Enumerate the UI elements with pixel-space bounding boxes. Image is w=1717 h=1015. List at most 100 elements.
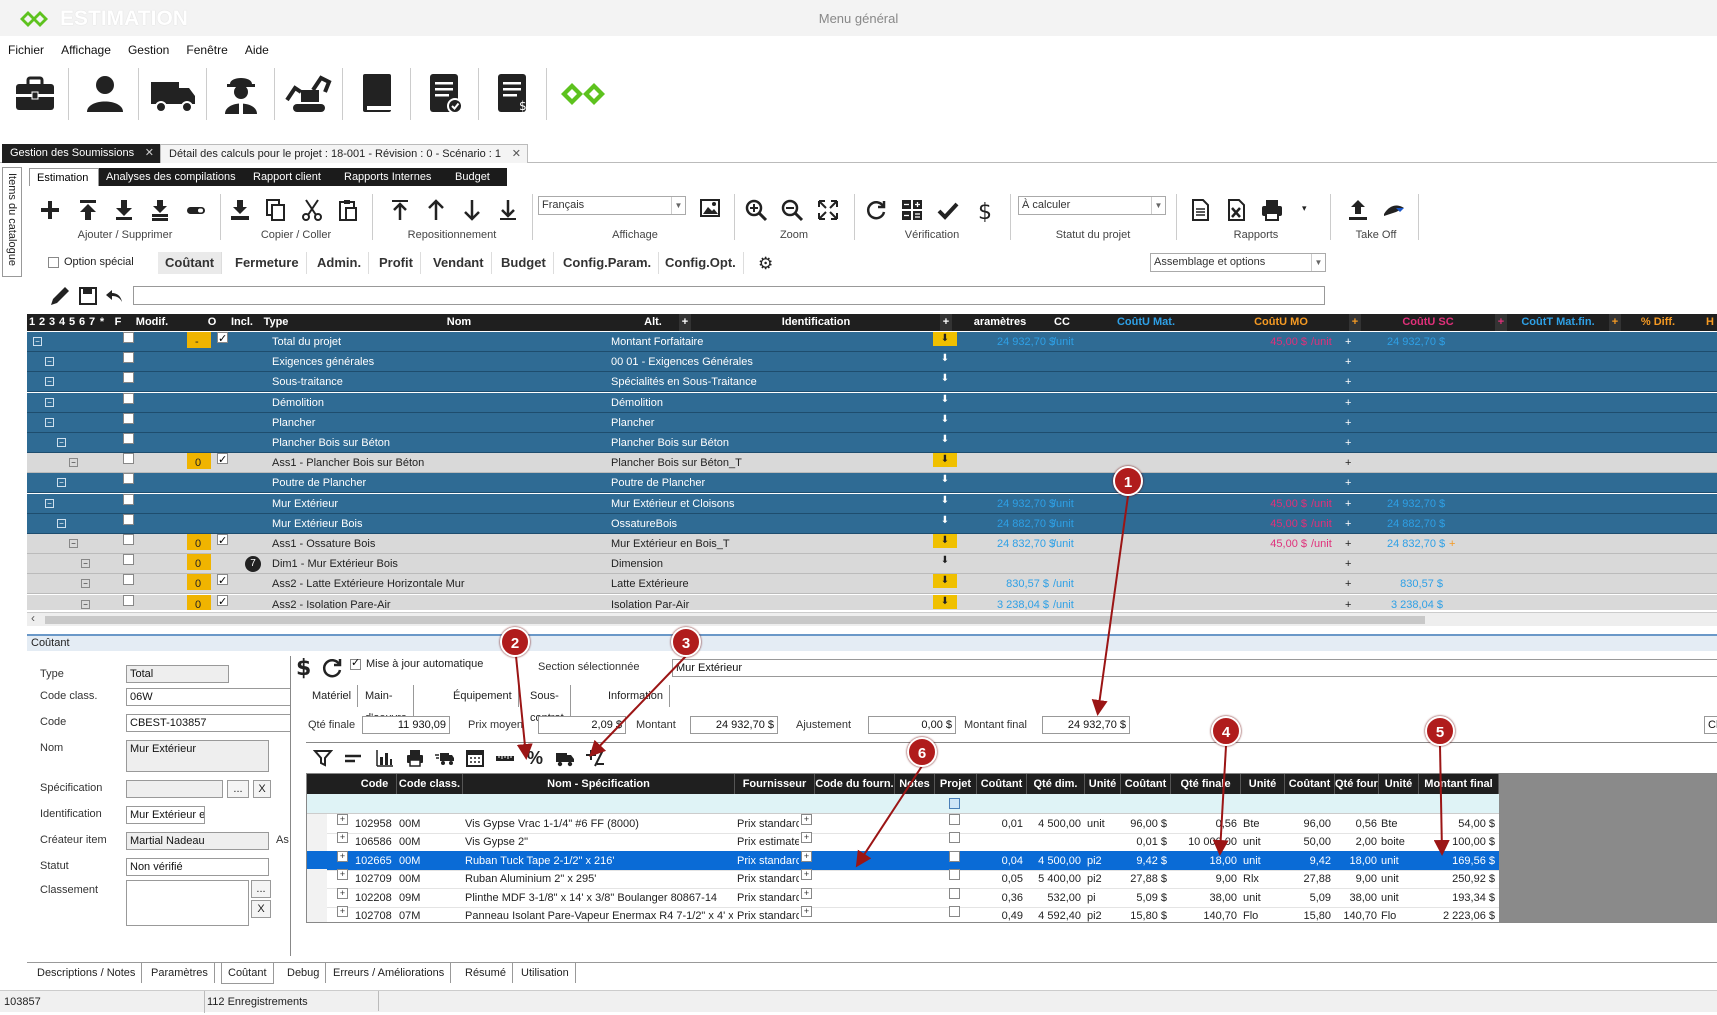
- tree-expander[interactable]: −: [45, 397, 54, 407]
- tab-coutant[interactable]: Coûtant: [158, 252, 223, 274]
- level-6-header[interactable]: 6: [77, 314, 87, 331]
- f-checkbox[interactable]: [123, 473, 134, 485]
- tab-information[interactable]: Information: [602, 685, 671, 707]
- tab-detail-calculs[interactable]: Détail des calculs pour le projet : 18-0…: [160, 144, 528, 163]
- material-row[interactable]: +102709 00M Ruban Aluminium 2" x 295' Prix …: [307, 869, 1499, 890]
- tree-row[interactable]: − Exigences générales 00 01 - Exigences Gé…: [27, 352, 1717, 373]
- chevron-down-icon[interactable]: ▾: [1302, 203, 1307, 214]
- tree-row[interactable]: − 0 Ass1 - Ossature Bois Mur Extérieur en B…: [27, 531, 1717, 554]
- catalog-side-tab[interactable]: Items du catalogue: [2, 167, 22, 277]
- col-notes-header[interactable]: Notes: [895, 774, 935, 794]
- f-checkbox[interactable]: [123, 574, 134, 586]
- row-indicator[interactable]: [307, 887, 327, 908]
- row-indicator[interactable]: [307, 832, 327, 853]
- insert-top-button[interactable]: [74, 196, 102, 224]
- col-nom-spec-header[interactable]: Nom - Spécification: [463, 774, 735, 794]
- col-fournisseur-header[interactable]: Fournisseur: [735, 774, 815, 794]
- takeoff-plane-button[interactable]: [1380, 196, 1408, 224]
- excel-export-button[interactable]: [1222, 196, 1250, 224]
- col-qte-finale-header[interactable]: Qté finale: [1171, 774, 1241, 794]
- cc-arrow-icon[interactable]: ⬇: [933, 453, 957, 468]
- tree-row[interactable]: − Démolition Démolition ⬇ +: [27, 392, 1717, 413]
- briefcase-button[interactable]: [6, 66, 64, 122]
- tree-expander[interactable]: −: [81, 579, 90, 589]
- tree-expander[interactable]: −: [81, 559, 90, 569]
- tab-rapports-internes[interactable]: Rapports Internes: [337, 168, 448, 186]
- expand-row-icon[interactable]: +: [337, 814, 348, 825]
- report-button[interactable]: [1186, 196, 1214, 224]
- tab-config-opt[interactable]: Config.Opt.: [658, 252, 744, 274]
- collapse-button[interactable]: [340, 745, 366, 771]
- plus-cell[interactable]: +: [1345, 372, 1351, 392]
- col-montant-final-header[interactable]: Montant final: [1419, 774, 1499, 794]
- refresh-button[interactable]: [862, 196, 890, 224]
- tree-row[interactable]: − 0 Ass2 - Latte Extérieure Horizontale Mu…: [27, 571, 1717, 595]
- statut-field[interactable]: Non vérifié: [126, 858, 269, 876]
- col-plus-header[interactable]: +: [679, 314, 691, 331]
- expand-row-icon[interactable]: +: [337, 869, 348, 881]
- material-row[interactable]: +106586 00M Vis Gypse 2" Prix estimate 0,01 …: [307, 832, 1499, 853]
- tree-row[interactable]: − 0 Ass2 - Isolation Pare-Air Isolation Par…: [27, 592, 1717, 610]
- plus-cell[interactable]: +: [1345, 332, 1351, 352]
- checklist-button[interactable]: [416, 66, 474, 122]
- delivery-button[interactable]: [432, 745, 458, 771]
- col-plus-header[interactable]: +: [1349, 314, 1361, 331]
- tab-parametres[interactable]: Paramètres: [145, 963, 215, 983]
- tab-debug[interactable]: Debug: [281, 963, 327, 983]
- plus-cell[interactable]: +: [1345, 352, 1351, 372]
- material-row[interactable]: +102958 00M Vis Gypse Vrac 1-1/4" #6 FF (8…: [307, 814, 1499, 834]
- assembly-options-select[interactable]: Assemblage et options ▼: [1150, 253, 1326, 272]
- col-plus-header[interactable]: +: [1609, 314, 1621, 331]
- supplier-picker-icon[interactable]: +: [801, 850, 812, 862]
- incl-checkbox[interactable]: [217, 571, 228, 591]
- level-7-header[interactable]: 7: [87, 314, 97, 331]
- code-field[interactable]: CBEST-103857: [126, 714, 291, 732]
- tab-budget[interactable]: Budget: [448, 168, 507, 186]
- extra-plus[interactable]: +: [1449, 534, 1455, 554]
- projet-checkbox[interactable]: [949, 887, 960, 899]
- col-code-fourn-header[interactable]: Code du fourn.: [815, 774, 895, 794]
- invoice-button[interactable]: $: [484, 66, 542, 122]
- classement-clear-button[interactable]: X: [251, 900, 271, 918]
- plus-cell[interactable]: +: [1345, 574, 1351, 594]
- incl-checkbox[interactable]: [217, 531, 228, 551]
- tab-resume[interactable]: Résumé: [459, 963, 513, 983]
- plus-cell[interactable]: +: [1345, 534, 1351, 554]
- chevron-left-icon[interactable]: ‹: [31, 611, 35, 625]
- checkbox-box[interactable]: [350, 656, 361, 670]
- tree-expander[interactable]: −: [69, 458, 78, 468]
- supplier-picker-icon[interactable]: +: [801, 887, 812, 899]
- filter-button[interactable]: [310, 745, 336, 771]
- horizontal-scrollbar[interactable]: ‹: [27, 611, 1717, 626]
- tree-row[interactable]: − Poutre de Plancher Poutre de Plancher ⬇ +: [27, 473, 1717, 494]
- measure-button[interactable]: [492, 745, 518, 771]
- pencil-icon[interactable]: [48, 284, 72, 308]
- level-2-header[interactable]: 2: [37, 314, 47, 331]
- row-indicator[interactable]: [307, 869, 327, 890]
- right-stub-field[interactable]: Ch: [1704, 716, 1717, 734]
- projet-checkbox[interactable]: [949, 832, 960, 844]
- supplier-picker-icon[interactable]: +: [801, 869, 812, 881]
- move-down-button[interactable]: [458, 196, 486, 224]
- suppliers-button[interactable]: [144, 66, 202, 122]
- refresh-icon[interactable]: [320, 656, 344, 680]
- supplier-picker-icon[interactable]: +: [801, 814, 812, 825]
- tab-descriptions-notes[interactable]: Descriptions / Notes: [31, 963, 143, 983]
- qte-finale-field[interactable]: 11 930,09: [362, 716, 450, 734]
- f-checkbox[interactable]: [123, 513, 134, 525]
- col-unite-2-header[interactable]: Unité: [1241, 774, 1285, 794]
- incl-checkbox[interactable]: [217, 329, 228, 349]
- tree-expander[interactable]: −: [69, 539, 78, 548]
- cc-arrow-icon[interactable]: ⬇: [939, 494, 951, 508]
- level-5-header[interactable]: 5: [67, 314, 77, 331]
- insert-bottom-button[interactable]: [110, 196, 138, 224]
- f-checkbox[interactable]: [123, 352, 134, 364]
- supplier-picker-icon[interactable]: +: [801, 832, 812, 844]
- plus-cell[interactable]: +: [1345, 473, 1351, 493]
- tab-vendant[interactable]: Vendant: [426, 252, 492, 274]
- tab-fermeture[interactable]: Fermeture: [228, 252, 307, 274]
- expand-row-icon[interactable]: +: [337, 832, 348, 844]
- cc-arrow-icon[interactable]: ⬇: [939, 352, 951, 366]
- dollar-icon[interactable]: $: [296, 656, 311, 681]
- tree-row[interactable]: − 0 7 Dim1 - Mur Extérieur Bois Dimension ⬇ +: [27, 554, 1717, 575]
